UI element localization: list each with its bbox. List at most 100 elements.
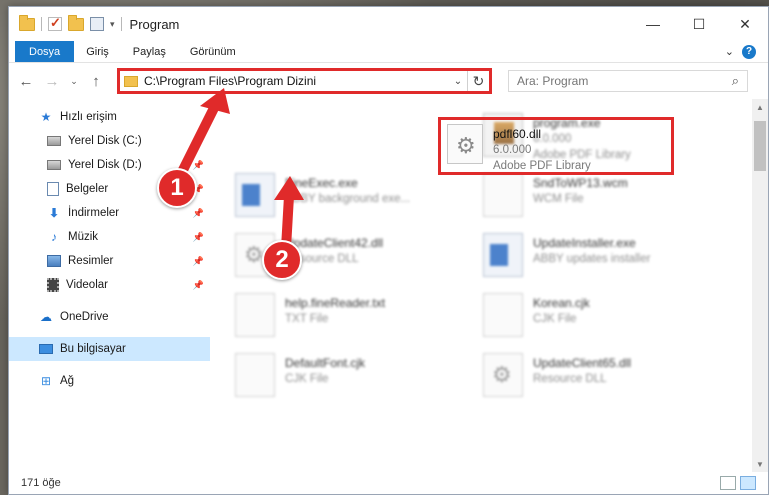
file-icon bbox=[483, 173, 523, 217]
file-type: ABBY updates installer bbox=[533, 253, 651, 265]
step-badge-2: 2 bbox=[262, 240, 302, 280]
search-box[interactable]: ⌕ bbox=[508, 70, 748, 92]
tab-file[interactable]: Dosya bbox=[15, 41, 75, 62]
sidebar-item-label: Videolar bbox=[66, 279, 108, 291]
search-input[interactable] bbox=[517, 74, 732, 88]
star-icon: ★ bbox=[40, 110, 52, 124]
address-row: ← → ⌄ ↑ C:\Program Files\Program Dizini … bbox=[9, 63, 768, 99]
toolbar-divider bbox=[41, 17, 42, 31]
forward-button[interactable]: → bbox=[41, 73, 63, 90]
view-toggles bbox=[720, 476, 756, 490]
file-icon bbox=[483, 293, 523, 337]
sidebar-item-network[interactable]: ⊞ Ağ bbox=[9, 369, 210, 393]
file-item-pdfl60[interactable]: pdfl60.dll 6.0.000 Adobe PDF Library bbox=[441, 120, 671, 178]
file-name: UpdateClient42.dll bbox=[285, 236, 384, 250]
file-type: CJK File bbox=[285, 373, 329, 385]
sidebar-item-label: Ağ bbox=[60, 375, 75, 387]
file-item[interactable]: help.fineReader.txt TXT File bbox=[231, 285, 479, 345]
file-name: FineExec.exe bbox=[285, 176, 358, 190]
exe-icon bbox=[235, 173, 275, 217]
sidebar-item-videos[interactable]: Videolar 📌 bbox=[9, 273, 210, 297]
back-button[interactable]: ← bbox=[15, 73, 37, 90]
file-name: UpdateInstaller.exe bbox=[533, 236, 636, 250]
file-type: TXT File bbox=[285, 313, 329, 325]
pin-icon: 📌 bbox=[192, 207, 204, 218]
details-view-icon[interactable] bbox=[720, 476, 736, 490]
pin-icon: 📌 bbox=[192, 231, 204, 242]
folder-icon bbox=[124, 75, 138, 87]
file-list-pane[interactable]: program.exe 6.0.000 Adobe PDF Library Fi… bbox=[211, 99, 768, 472]
file-explorer-window: ▾ Program — ☐ ✕ Dosya Giriş Paylaş Görün… bbox=[8, 6, 769, 495]
recent-locations-button[interactable]: ⌄ bbox=[67, 76, 81, 87]
sidebar-item-pictures[interactable]: Resimler 📌 bbox=[9, 249, 210, 273]
file-item[interactable]: Korean.cjk CJK File bbox=[479, 285, 727, 345]
properties-icon[interactable] bbox=[90, 17, 104, 31]
address-dropdown-button[interactable]: ⌄ bbox=[449, 76, 467, 87]
title-bar: ▾ Program — ☐ ✕ bbox=[9, 7, 768, 41]
address-path[interactable]: C:\Program Files\Program Dizini bbox=[144, 74, 449, 88]
downloads-icon: ⬇ bbox=[48, 206, 60, 220]
sidebar-item-label: Müzik bbox=[68, 231, 99, 243]
refresh-button[interactable]: ↻ bbox=[467, 71, 489, 91]
sidebar-item-this-pc[interactable]: Bu bilgisayar bbox=[9, 337, 210, 361]
sidebar-item-music[interactable]: ♪ Müzik 📌 bbox=[9, 225, 210, 249]
vertical-scrollbar[interactable]: ▲ ▼ bbox=[752, 99, 768, 472]
file-item[interactable]: UpdateInstaller.exe ABBY updates install… bbox=[479, 225, 727, 285]
window-controls: — ☐ ✕ bbox=[630, 7, 768, 41]
file-name: Korean.cjk bbox=[533, 296, 590, 310]
properties-check-icon[interactable] bbox=[48, 15, 62, 31]
tab-home[interactable]: Giriş bbox=[74, 41, 121, 62]
status-bar: 171 öğe bbox=[9, 472, 768, 494]
scroll-down-arrow-icon[interactable]: ▼ bbox=[752, 456, 768, 472]
scrollbar-thumb[interactable] bbox=[754, 121, 766, 171]
ribbon-help-area: ⌄ ? bbox=[725, 41, 768, 62]
dll-icon bbox=[483, 353, 523, 397]
help-icon[interactable]: ? bbox=[742, 44, 756, 59]
file-type: WCM File bbox=[533, 193, 584, 205]
file-type: CJK File bbox=[533, 313, 577, 325]
videos-icon bbox=[47, 278, 59, 292]
file-icon bbox=[235, 353, 275, 397]
sidebar-item-label: Yerel Disk (C:) bbox=[68, 135, 142, 147]
sidebar-item-label: Bu bilgisayar bbox=[60, 343, 126, 355]
scroll-up-arrow-icon[interactable]: ▲ bbox=[752, 99, 768, 115]
file-item[interactable]: UpdateClient65.dll Resource DLL bbox=[479, 345, 727, 405]
large-icons-view-icon[interactable] bbox=[740, 476, 756, 490]
dll-icon bbox=[447, 124, 483, 164]
cloud-icon: ☁ bbox=[40, 310, 52, 324]
file-version: 6.0.000 bbox=[493, 144, 532, 156]
minimize-button[interactable]: — bbox=[630, 7, 676, 41]
ribbon-tabs: Dosya Giriş Paylaş Görünüm ⌄ ? bbox=[9, 41, 768, 63]
file-type: Resource DLL bbox=[533, 373, 607, 385]
sidebar-item-label: Yerel Disk (D:) bbox=[68, 159, 142, 171]
pin-icon: 📌 bbox=[192, 135, 204, 146]
sidebar-item-onedrive[interactable]: ☁ OneDrive bbox=[9, 305, 210, 329]
sidebar-item-local-disk-c[interactable]: Yerel Disk (C:) 📌 bbox=[9, 129, 210, 153]
up-button[interactable]: ↑ bbox=[85, 73, 107, 90]
file-item[interactable]: DefaultFont.cjk CJK File bbox=[231, 345, 479, 405]
sidebar-item-label: Hızlı erişim bbox=[60, 111, 117, 123]
customize-toolbar-chevron-icon[interactable]: ▾ bbox=[110, 19, 115, 30]
tab-share[interactable]: Paylaş bbox=[121, 41, 178, 62]
tab-view[interactable]: Görünüm bbox=[178, 41, 248, 62]
navigation-pane[interactable]: ★ Hızlı erişim Yerel Disk (C:) 📌 Yerel D… bbox=[9, 99, 211, 472]
search-icon[interactable]: ⌕ bbox=[732, 73, 739, 89]
address-bar[interactable]: C:\Program Files\Program Dizini ⌄ ↻ bbox=[117, 68, 492, 94]
new-folder-icon[interactable] bbox=[68, 14, 84, 31]
close-button[interactable]: ✕ bbox=[722, 7, 768, 41]
file-name: DefaultFont.cjk bbox=[285, 356, 366, 370]
documents-icon bbox=[47, 182, 59, 196]
pin-icon: 📌 bbox=[192, 159, 204, 170]
expand-ribbon-icon[interactable]: ⌄ bbox=[725, 45, 734, 58]
computer-icon bbox=[39, 344, 53, 354]
quick-access-toolbar: ▾ bbox=[9, 14, 122, 31]
sidebar-item-label: Resimler bbox=[68, 255, 114, 267]
maximize-button[interactable]: ☐ bbox=[676, 7, 722, 41]
window-title: Program bbox=[129, 16, 180, 32]
sidebar-item-quick-access[interactable]: ★ Hızlı erişim bbox=[9, 105, 210, 129]
drive-icon bbox=[47, 160, 61, 170]
network-icon: ⊞ bbox=[40, 374, 52, 388]
